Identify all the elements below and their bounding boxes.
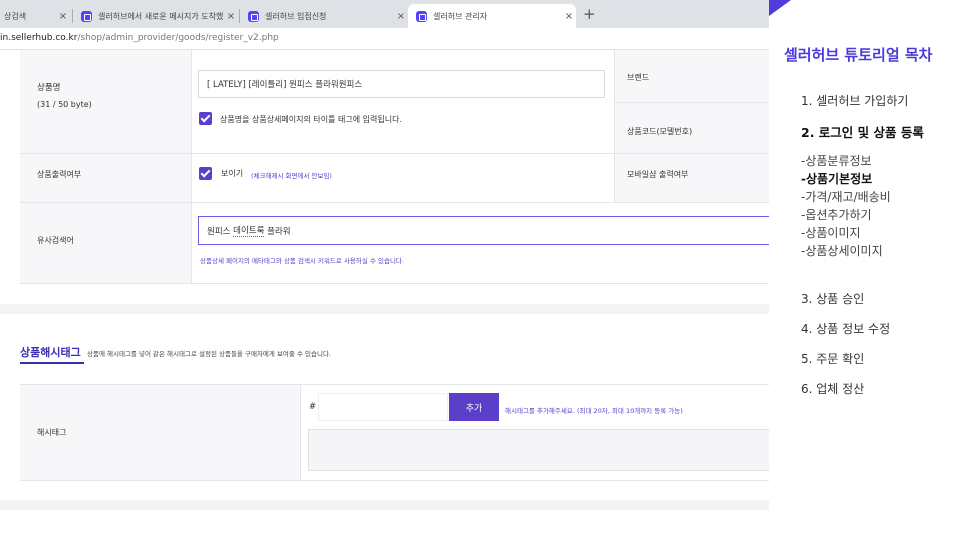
display-status-label: 상품출력여부: [37, 170, 82, 179]
divider: [20, 153, 769, 154]
divider: [20, 480, 769, 481]
toc-subitem: -가격/재고/배송비: [801, 190, 891, 204]
toc-item: 1. 셀러허브 가입하기: [801, 94, 909, 108]
sellerhub-favicon-icon: [248, 10, 259, 22]
section-underline: [20, 362, 84, 364]
sellerhub-favicon-icon: [81, 10, 92, 22]
url-host: in.sellerhub.co.kr: [0, 33, 78, 43]
divider: [300, 384, 301, 480]
model-code-label: 상품코드(모델번호): [627, 127, 693, 136]
divider: [20, 283, 769, 284]
corner-accent: [769, 0, 791, 16]
hashtag-input[interactable]: [318, 393, 448, 421]
similar-search-label: 유사검색어: [37, 236, 74, 245]
close-icon[interactable]: ×: [224, 11, 238, 22]
divider: [191, 50, 192, 283]
toc-item: 5. 주문 확인: [801, 352, 865, 366]
byte-counter: (31 / 50 byte): [37, 100, 92, 109]
hashtag-list-box[interactable]: [308, 429, 769, 471]
browser-tab-bar: 상검색 × 셀러허브에서 새로운 메시지가 도착했 × 셀러허브 입점신청 × …: [0, 0, 769, 28]
similar-search-input[interactable]: 원피스 데이트룩 플라워: [198, 216, 769, 245]
toc-subitem: -상품분류정보: [801, 154, 872, 168]
display-checkbox[interactable]: [199, 167, 212, 180]
divider: [615, 102, 769, 103]
address-bar[interactable]: in.sellerhub.co.kr/shop/admin_provider/g…: [0, 28, 769, 50]
add-hashtag-button[interactable]: 추가: [449, 393, 499, 421]
url-text: in.sellerhub.co.kr/shop/admin_provider/g…: [0, 33, 279, 43]
product-basic-info-card: 상품명 (31 / 50 byte) [ LATELY] [레이틀리] 원피스 …: [0, 50, 769, 304]
spellcheck-word: 데이트룩: [233, 226, 265, 237]
product-name-label: 상품명: [37, 83, 61, 93]
tab-label: 상검색: [4, 11, 27, 21]
search-text: 플라워: [264, 226, 291, 237]
title-tag-checkbox[interactable]: [199, 112, 212, 125]
toc-subitem: -상품상세이미지: [801, 244, 883, 258]
hash-prefix: #: [309, 402, 317, 412]
divider: [20, 384, 769, 385]
next-section-card: [0, 510, 769, 540]
display-hint: (체크해제시 화면에서 안보임): [251, 172, 332, 180]
search-text: 원피스: [207, 226, 234, 237]
close-icon[interactable]: ×: [562, 11, 576, 22]
close-icon[interactable]: ×: [56, 11, 70, 22]
toc-item: 6. 업체 정산: [801, 382, 865, 396]
display-checkbox-label: 보이기: [221, 169, 244, 178]
similar-search-hint: 상품상세 페이지의 메타태그와 상품 검색시 키워드로 사용하실 수 있습니다.: [200, 257, 404, 265]
hashtag-card: 상품해시태그 상품에 해시태그를 넣어 같은 해시태그로 설정된 상품들을 구매…: [0, 314, 769, 500]
sellerhub-favicon-icon: [416, 10, 427, 22]
hashtag-hint: 해시태그를 추가해주세요. (최대 20자, 최대 10개까지 등록 가능): [505, 407, 683, 415]
url-path: /shop/admin_provider/goods/register_v2.p…: [77, 33, 279, 43]
new-tab-icon[interactable]: +: [583, 5, 596, 23]
toc-subitem: -상품이미지: [801, 226, 861, 240]
toc-item-current: 2. 로그인 및 상품 등록: [801, 125, 924, 140]
tutorial-panel: 셀러허브 튜토리얼 목차 1. 셀러허브 가입하기 2. 로그인 및 상품 등록…: [769, 0, 961, 540]
panel-title: 셀러허브 튜토리얼 목차: [784, 46, 933, 64]
hashtag-label: 해시태그: [37, 428, 67, 437]
mobile-display-label: 모바일샵 출력여부: [627, 170, 689, 179]
tab-label: 셀러허브 입점신청: [265, 11, 327, 21]
divider: [20, 202, 769, 203]
tab-label: 셀러허브 관리자: [433, 11, 488, 21]
title-tag-checkbox-label: 상품명을 상품상세페이지의 타이틀 태그에 입력됩니다.: [220, 115, 402, 124]
browser-tab[interactable]: 셀러허브 입점신청 ×: [240, 4, 408, 28]
page-content: 상품명 (31 / 50 byte) [ LATELY] [레이틀리] 원피스 …: [0, 50, 769, 540]
product-name-input[interactable]: [ LATELY] [레이틀리] 원피스 플라워원피스: [198, 70, 605, 98]
toc-subitem: -옵션추가하기: [801, 208, 872, 222]
brand-label: 브랜드: [627, 73, 650, 82]
toc-item: 3. 상품 승인: [801, 292, 865, 306]
divider: [614, 50, 615, 202]
section-title: 상품해시태그: [20, 346, 81, 359]
browser-tab[interactable]: 상검색 ×: [0, 4, 70, 28]
browser-tab[interactable]: 셀러허브에서 새로운 메시지가 도착했 ×: [73, 4, 238, 28]
toc-item: 4. 상품 정보 수정: [801, 322, 891, 336]
close-icon[interactable]: ×: [394, 11, 408, 22]
browser-tab-active[interactable]: 셀러허브 관리자 ×: [408, 4, 576, 28]
toc-subitem-current: -상품기본정보: [801, 172, 873, 186]
tab-label: 셀러허브에서 새로운 메시지가 도착했: [98, 11, 224, 21]
section-description: 상품에 해시태그를 넣어 같은 해시태그로 설정된 상품들을 구매자에게 보여줄…: [87, 350, 331, 358]
